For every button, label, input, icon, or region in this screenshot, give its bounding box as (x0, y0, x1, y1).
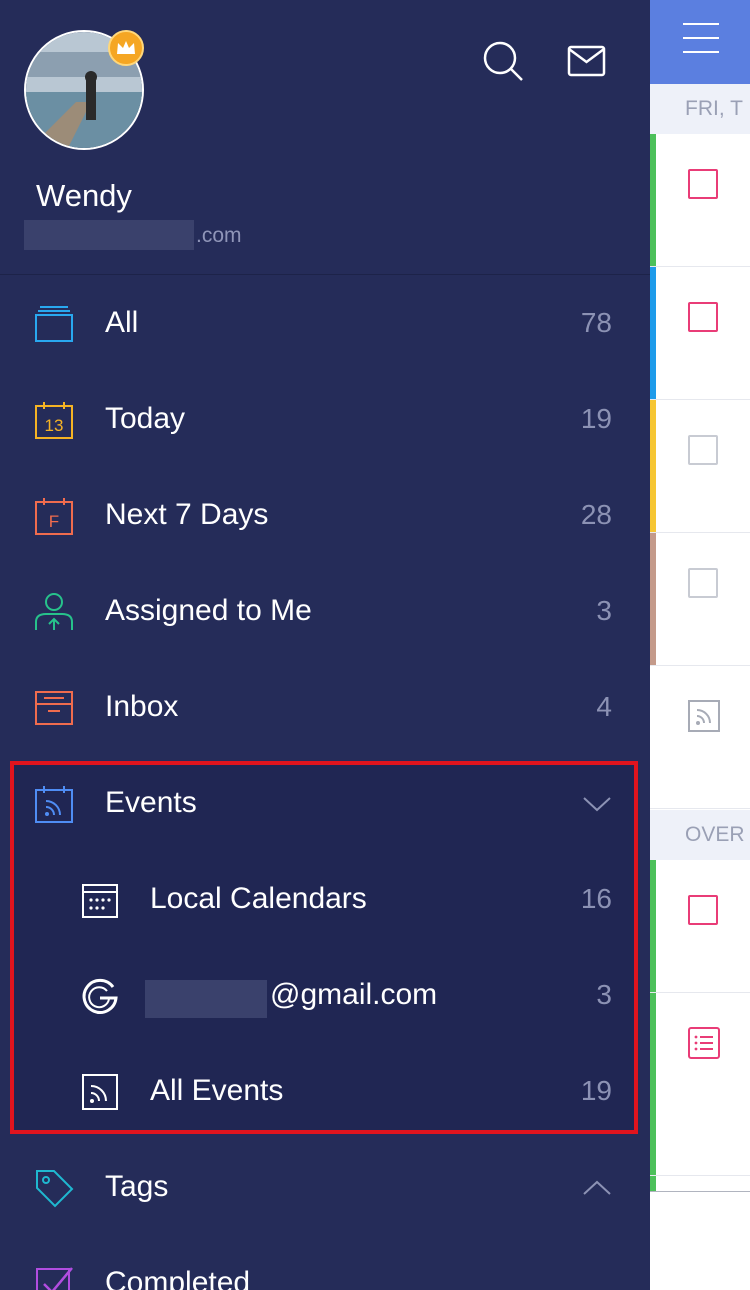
nav-item-all[interactable]: All 78 (0, 276, 650, 372)
rss-feed-icon (688, 700, 720, 732)
checklist-icon[interactable] (688, 1027, 720, 1059)
section-header-date: FRI, T (650, 84, 750, 134)
nav-label: Events (105, 786, 197, 819)
navigation-drawer: Wendy .com All 78 13 Today 19 F Next 7 D (0, 0, 650, 1290)
rss-feed-icon (82, 1074, 118, 1110)
nav-label: Completed (105, 1266, 251, 1290)
gmail-username-redacted (145, 980, 267, 1018)
svg-text:13: 13 (45, 416, 64, 435)
email-suffix: .com (196, 224, 242, 247)
nav-label: Local Calendars (150, 882, 367, 915)
google-icon (82, 978, 118, 1014)
local-calendar-icon (82, 884, 118, 918)
calendar-f-icon: F (35, 498, 73, 535)
task-list-panel: FRI, T OVER (650, 0, 750, 1290)
nav-count: 78 (580, 307, 612, 338)
task-checkbox[interactable] (688, 302, 718, 332)
task-row[interactable] (650, 993, 750, 1176)
nav-item-events[interactable]: Events (0, 756, 650, 852)
premium-crown-icon (108, 30, 144, 66)
nav-label: Assigned to Me (105, 594, 312, 627)
task-row[interactable] (650, 134, 750, 267)
task-checkbox[interactable] (688, 895, 718, 925)
task-row[interactable] (650, 400, 750, 533)
svg-text:F: F (49, 512, 59, 531)
task-color-bar (650, 1176, 656, 1192)
search-icon[interactable] (482, 40, 524, 82)
hamburger-menu-icon[interactable] (683, 20, 719, 56)
nav-label: Today (105, 402, 186, 435)
nav-label: Inbox (105, 690, 179, 723)
nav-label: Tags (105, 1170, 169, 1203)
assigned-user-icon (35, 593, 73, 630)
email-redacted (24, 220, 194, 250)
nav-count: 4 (596, 691, 612, 722)
events-item-all-events[interactable]: All Events 19 (0, 1044, 650, 1140)
task-checkbox[interactable] (688, 435, 718, 465)
nav-count: 3 (596, 595, 612, 626)
nav-label: Next 7 Days (105, 498, 269, 531)
divider (0, 274, 650, 275)
completed-check-icon (36, 1267, 73, 1290)
nav-item-assigned-to-me[interactable]: Assigned to Me 3 (0, 564, 650, 660)
events-item-gmail[interactable]: @gmail.com 3 (0, 948, 650, 1044)
nav-count: 28 (580, 499, 612, 530)
mail-icon[interactable] (566, 40, 608, 82)
task-row[interactable] (650, 666, 750, 809)
chevron-up-icon[interactable] (582, 1178, 612, 1198)
user-name: Wendy (36, 178, 132, 213)
nav-item-completed[interactable]: Completed (0, 1236, 650, 1290)
calendar-13-icon: 13 (35, 402, 73, 439)
nav-item-next-7-days[interactable]: F Next 7 Days 28 (0, 468, 650, 564)
nav-item-today[interactable]: 13 Today 19 (0, 372, 650, 468)
nav-label: @gmail.com (270, 978, 438, 1011)
task-row[interactable] (650, 860, 750, 993)
nav-item-tags[interactable]: Tags (0, 1140, 650, 1236)
task-checkbox[interactable] (688, 568, 718, 598)
inbox-tray-icon (35, 691, 73, 725)
top-app-bar (650, 0, 750, 84)
task-row[interactable] (650, 533, 750, 666)
divider (650, 1191, 750, 1192)
task-row[interactable] (650, 267, 750, 400)
section-header-overdue: OVER (650, 810, 750, 860)
task-checkbox[interactable] (688, 169, 718, 199)
all-stack-icon (35, 306, 73, 342)
events-item-local-calendars[interactable]: Local Calendars 16 (0, 852, 650, 948)
nav-count: 19 (580, 403, 612, 434)
chevron-down-icon[interactable] (582, 794, 612, 814)
nav-label: All (105, 306, 139, 339)
nav-label: All Events (150, 1074, 284, 1107)
nav-count: 16 (580, 883, 612, 914)
nav-item-inbox[interactable]: Inbox 4 (0, 660, 650, 756)
nav-count: 3 (596, 979, 612, 1010)
events-calendar-icon (35, 786, 73, 823)
nav-count: 19 (580, 1075, 612, 1106)
tag-icon (36, 1170, 74, 1208)
